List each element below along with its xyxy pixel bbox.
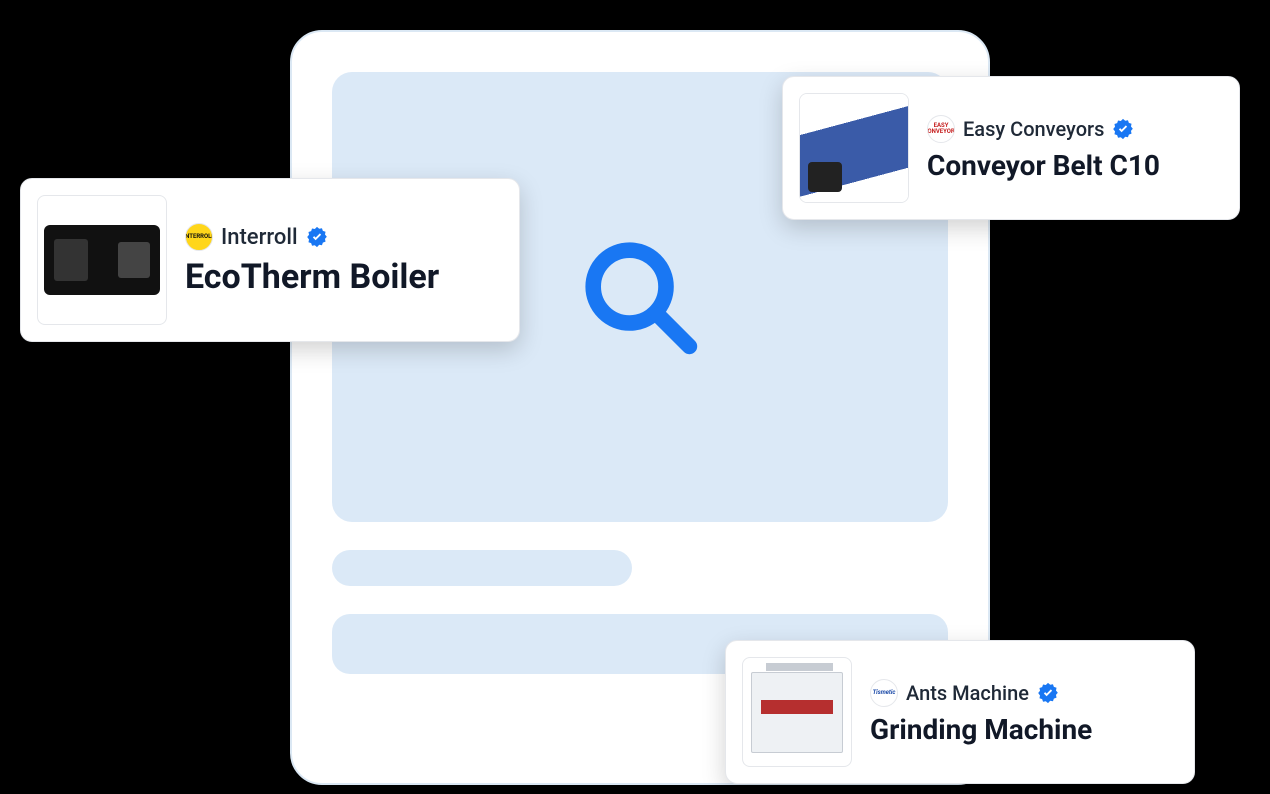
product-card[interactable]: Tismetic Ants Machine Grinding Machine <box>725 640 1195 784</box>
product-card-body: INTERROLL Interroll EcoTherm Boiler <box>185 223 439 297</box>
product-name: EcoTherm Boiler <box>185 257 439 297</box>
company-name: Ants Machine <box>906 681 1029 705</box>
company-row: EASY CONVEYORS Easy Conveyors <box>927 115 1160 143</box>
company-logo: EASY CONVEYORS <box>927 115 955 143</box>
product-image-placeholder <box>800 94 908 202</box>
product-name: Grinding Machine <box>870 713 1092 746</box>
product-card-body: EASY CONVEYORS Easy Conveyors Conveyor B… <box>927 115 1160 182</box>
illustration-stage: INTERROLL Interroll EcoTherm Boiler EASY… <box>0 0 1270 794</box>
company-logo: Tismetic <box>870 679 898 707</box>
company-logo: INTERROLL <box>185 223 213 251</box>
product-card-body: Tismetic Ants Machine Grinding Machine <box>870 679 1092 746</box>
product-name: Conveyor Belt C10 <box>927 149 1160 182</box>
product-thumbnail <box>799 93 909 203</box>
product-image-placeholder <box>44 225 159 295</box>
company-name: Easy Conveyors <box>963 117 1104 141</box>
product-image-placeholder <box>751 672 843 753</box>
skeleton-title-placeholder <box>332 550 632 586</box>
verified-badge-icon <box>1037 682 1059 704</box>
company-row: Tismetic Ants Machine <box>870 679 1092 707</box>
company-row: INTERROLL Interroll <box>185 223 439 251</box>
product-card[interactable]: INTERROLL Interroll EcoTherm Boiler <box>20 178 520 342</box>
search-icon <box>575 232 705 362</box>
verified-badge-icon <box>306 226 328 248</box>
product-card[interactable]: EASY CONVEYORS Easy Conveyors Conveyor B… <box>782 76 1240 220</box>
product-thumbnail <box>742 657 852 767</box>
product-thumbnail <box>37 195 167 325</box>
company-name: Interroll <box>221 225 298 250</box>
verified-badge-icon <box>1112 118 1134 140</box>
